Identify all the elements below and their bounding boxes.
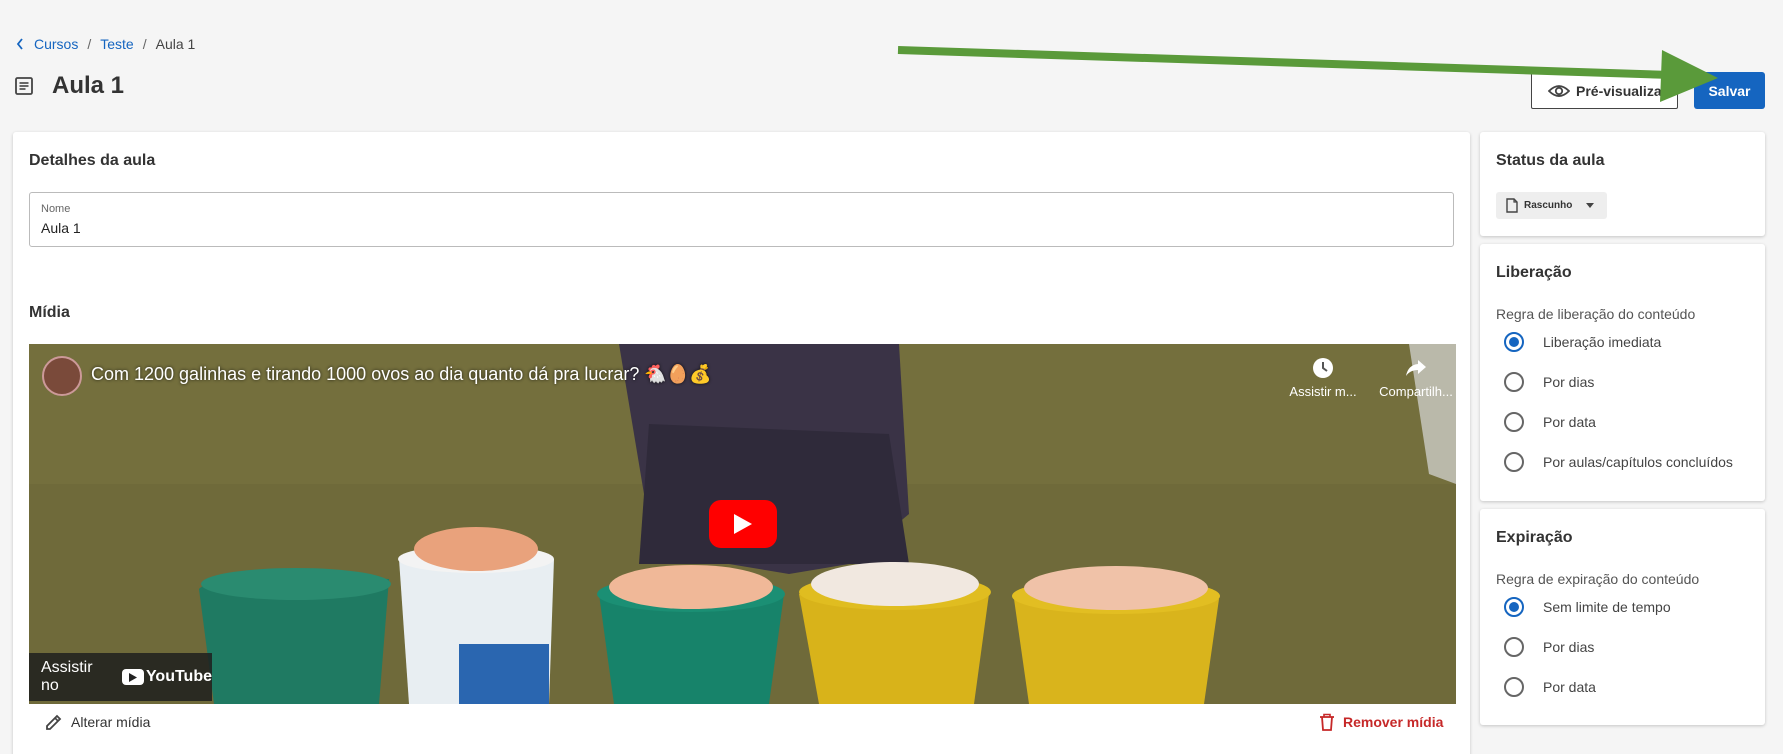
expiration-option-label: Por data — [1543, 679, 1596, 695]
lesson-status-card: Status da aula Rascunho — [1480, 132, 1765, 236]
play-button[interactable] — [709, 500, 777, 548]
alter-media-button[interactable]: Alterar mídia — [45, 713, 150, 731]
breadcrumb-link-cursos[interactable]: Cursos — [34, 36, 78, 52]
watch-later-label: Assistir m... — [1289, 384, 1357, 399]
clock-icon — [1283, 356, 1363, 380]
preview-label: Pré-visualizar — [1576, 82, 1668, 99]
name-field-label: Nome — [41, 203, 71, 215]
trash-icon — [1319, 713, 1335, 731]
save-button[interactable]: Salvar — [1694, 72, 1765, 109]
breadcrumb-separator: / — [142, 36, 147, 52]
file-icon — [1506, 198, 1518, 213]
radio-button[interactable] — [1504, 677, 1524, 697]
chevron-left-icon[interactable] — [16, 38, 24, 50]
release-title: Liberação — [1496, 264, 1572, 281]
radio-button-checked[interactable] — [1504, 332, 1524, 352]
details-title: Detalhes da aula — [29, 152, 156, 169]
youtube-logo-text: YouTube — [145, 668, 212, 685]
watch-later-button[interactable]: Assistir m... — [1283, 356, 1363, 399]
youtube-logo: YouTube — [121, 668, 212, 686]
name-input[interactable] — [41, 220, 1441, 236]
release-option-immediate[interactable]: Liberação imediata — [1504, 332, 1661, 352]
share-button[interactable]: Compartilh... — [1374, 356, 1456, 399]
breadcrumb-current: Aula 1 — [155, 36, 196, 52]
breadcrumb: Cursos / Teste / Aula 1 — [16, 36, 195, 52]
remove-media-label: Remover mídia — [1343, 714, 1444, 730]
alter-media-label: Alterar mídia — [71, 714, 151, 730]
breadcrumb-separator: / — [87, 36, 92, 52]
expiration-subtitle: Regra de expiração do conteúdo — [1496, 571, 1700, 587]
expiration-option-no-limit[interactable]: Sem limite de tempo — [1504, 597, 1671, 617]
preview-button[interactable]: Pré-visualizar — [1531, 72, 1678, 109]
radio-button[interactable] — [1504, 637, 1524, 657]
expiration-option-date[interactable]: Por data — [1504, 677, 1596, 697]
page-header: Aula 1 — [14, 72, 124, 100]
release-option-label: Por data — [1543, 414, 1596, 430]
release-option-days[interactable]: Por dias — [1504, 372, 1594, 392]
status-value: Rascunho — [1524, 200, 1573, 211]
share-icon — [1374, 356, 1456, 380]
document-icon — [14, 76, 34, 96]
expiration-title: Expiração — [1496, 529, 1573, 546]
expiration-option-label: Sem limite de tempo — [1543, 599, 1671, 615]
media-title: Mídia — [29, 304, 70, 321]
pencil-icon — [45, 713, 63, 731]
channel-avatar[interactable] — [42, 356, 82, 396]
release-option-completed[interactable]: Por aulas/capítulos concluídos — [1504, 452, 1733, 472]
release-option-label: Liberação imediata — [1543, 334, 1662, 350]
video-title[interactable]: Com 1200 galinhas e tirando 1000 ovos ao… — [91, 364, 712, 385]
release-option-label: Por aulas/capítulos concluídos — [1543, 454, 1733, 470]
radio-button[interactable] — [1504, 412, 1524, 432]
release-card: Liberação Regra de liberação do conteúdo… — [1480, 244, 1765, 501]
remove-media-button[interactable]: Remover mídia — [1319, 713, 1443, 731]
expiration-option-label: Por dias — [1543, 639, 1595, 655]
radio-button-checked[interactable] — [1504, 597, 1524, 617]
name-field[interactable]: Nome — [29, 192, 1454, 247]
release-option-date[interactable]: Por data — [1504, 412, 1596, 432]
lesson-details-card: Detalhes da aula Nome Mídia — [13, 132, 1470, 754]
release-subtitle: Regra de liberação do conteúdo — [1496, 306, 1696, 322]
caret-down-icon — [1586, 203, 1595, 208]
youtube-play-icon — [121, 669, 144, 685]
play-icon — [734, 514, 752, 534]
eye-icon — [1548, 83, 1570, 99]
status-dropdown[interactable]: Rascunho — [1496, 192, 1607, 219]
breadcrumb-link-teste[interactable]: Teste — [100, 36, 133, 52]
expiration-option-days[interactable]: Por dias — [1504, 637, 1594, 657]
share-label: Compartilh... — [1379, 384, 1453, 399]
watch-on-youtube-button[interactable]: Assistir no YouTube — [29, 653, 212, 701]
page-title: Aula 1 — [52, 72, 125, 99]
watch-on-label: Assistir no — [41, 659, 93, 694]
expiration-card: Expiração Regra de expiração do conteúdo… — [1480, 509, 1765, 725]
radio-button[interactable] — [1504, 372, 1524, 392]
release-option-label: Por dias — [1543, 374, 1595, 390]
video-player[interactable]: Com 1200 galinhas e tirando 1000 ovos ao… — [29, 344, 1456, 704]
radio-button[interactable] — [1504, 452, 1524, 472]
status-title: Status da aula — [1496, 152, 1605, 169]
